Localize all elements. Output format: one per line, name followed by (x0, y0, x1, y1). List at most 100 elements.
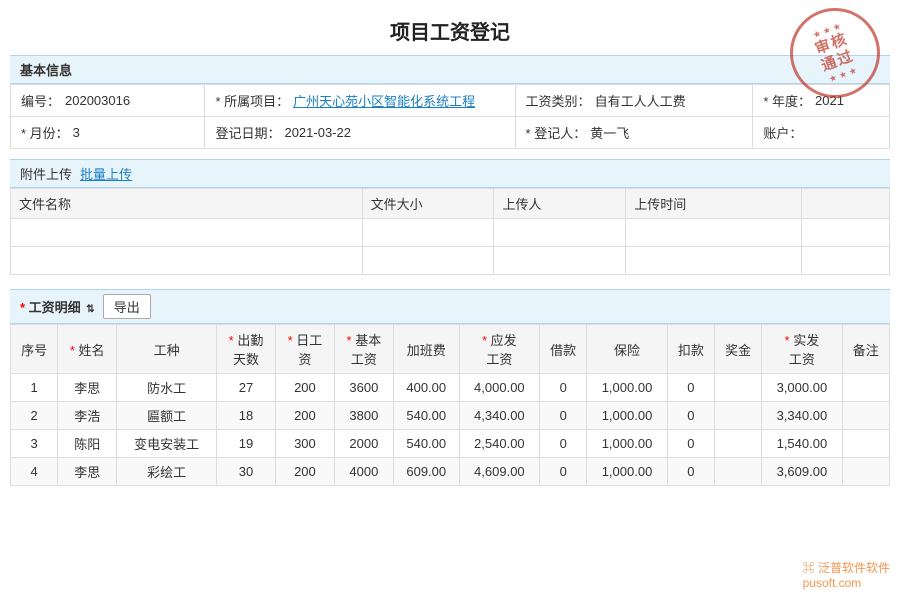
basic-info-header: 基本信息 (10, 55, 890, 84)
salary-cell: 300 (275, 430, 334, 458)
salary-cell (714, 430, 761, 458)
salary-cell: 0 (667, 402, 714, 430)
basic-info-section: 编号： 202003016 * 所属项目： 广州天心苑小区智能化系统工程 工资类… (10, 84, 890, 149)
page-title: 项目工资登记 (10, 0, 890, 55)
project-label: * 所属项目： (215, 91, 289, 110)
salary-cell: 200 (275, 402, 334, 430)
attachment-empty-row2 (11, 247, 890, 275)
salary-cell: 200 (275, 374, 334, 402)
salary-cell: 2000 (334, 430, 393, 458)
batch-upload-button[interactable]: 批量上传 (80, 164, 132, 183)
month-label: * 月份： (21, 123, 69, 142)
reg-person-cell: * 登记人： 黄一飞 (516, 117, 754, 148)
code-cell: 编号： 202003016 (11, 85, 205, 116)
col-filename: 文件名称 (11, 189, 363, 219)
salary-cell: 3,000.00 (762, 374, 842, 402)
salary-cell: 1,540.00 (762, 430, 842, 458)
salary-cell: 1,000.00 (587, 430, 667, 458)
salary-cell: 李浩 (58, 402, 117, 430)
salary-cell: 0 (540, 458, 587, 486)
salary-cell: 2 (11, 402, 58, 430)
salary-cell: 0 (540, 430, 587, 458)
salary-cell: 0 (667, 374, 714, 402)
col-payable: * 应发工资 (459, 325, 539, 374)
col-attendance: * 出勤天数 (217, 325, 276, 374)
col-ops (802, 189, 890, 219)
reg-person-label: * 登记人： (526, 123, 587, 142)
attachment-empty-row (11, 219, 890, 247)
salary-header: * 工资明细 ⇅ 导出 (10, 289, 890, 324)
salary-cell (842, 458, 889, 486)
col-upload-time: 上传时间 (626, 189, 802, 219)
account-cell: 账户： (753, 117, 889, 148)
salary-cell: 0 (667, 430, 714, 458)
salary-cell: 3600 (334, 374, 393, 402)
salary-cell: 2,540.00 (459, 430, 539, 458)
salary-cell: 400.00 (393, 374, 459, 402)
salary-type-cell: 工资类别： 自有工人人工费 (516, 85, 754, 116)
watermark-icon: ⌘ (803, 561, 815, 575)
salary-cell: 变电安装工 (117, 430, 217, 458)
approval-stamp: ★ ★ ★ 审核通过 ★ ★ ★ (790, 8, 880, 98)
col-actual: * 实发工资 (762, 325, 842, 374)
salary-cell: 防水工 (117, 374, 217, 402)
salary-cell: 540.00 (393, 430, 459, 458)
salary-table: 序号 * 姓名 工种 * 出勤天数 * 日工资 * 基本工资 加班费 * 应发工… (10, 324, 890, 486)
salary-cell: 4000 (334, 458, 393, 486)
salary-type-value: 自有工人人工费 (595, 91, 686, 110)
salary-cell: 0 (540, 374, 587, 402)
salary-cell: 4,609.00 (459, 458, 539, 486)
col-seq: 序号 (11, 325, 58, 374)
salary-cell: 1,000.00 (587, 402, 667, 430)
col-remark: 备注 (842, 325, 889, 374)
salary-cell: 540.00 (393, 402, 459, 430)
salary-cell (842, 402, 889, 430)
reg-date-value: 2021-03-22 (284, 125, 351, 140)
salary-row: 4李思彩绘工302004000609.004,609.0001,000.0003… (11, 458, 890, 486)
salary-detail-label: * 工资明细 ⇅ (20, 297, 95, 316)
col-filesize: 文件大小 (362, 189, 494, 219)
salary-cell (714, 402, 761, 430)
col-base-wage: * 基本工资 (334, 325, 393, 374)
col-daily-wage: * 日工资 (275, 325, 334, 374)
salary-row: 2李浩匾额工182003800540.004,340.0001,000.0003… (11, 402, 890, 430)
watermark-url: pusoft.com (803, 576, 862, 590)
salary-cell: 3,340.00 (762, 402, 842, 430)
info-row-1: 编号： 202003016 * 所属项目： 广州天心苑小区智能化系统工程 工资类… (11, 85, 889, 117)
project-value[interactable]: 广州天心苑小区智能化系统工程 (293, 91, 475, 110)
salary-row: 1李思防水工272003600400.004,000.0001,000.0003… (11, 374, 890, 402)
attachment-header: 附件上传 批量上传 (10, 159, 890, 188)
salary-cell: 609.00 (393, 458, 459, 486)
salary-cell: 27 (217, 374, 276, 402)
export-button[interactable]: 导出 (103, 294, 151, 319)
col-bonus: 奖金 (714, 325, 761, 374)
salary-cell (842, 430, 889, 458)
salary-cell: 1,000.00 (587, 374, 667, 402)
salary-cell (842, 374, 889, 402)
code-value: 202003016 (65, 93, 130, 108)
account-label: 账户： (763, 123, 803, 142)
salary-cell: 4,000.00 (459, 374, 539, 402)
attachment-section: 附件上传 批量上传 文件名称 文件大小 上传人 上传时间 (10, 159, 890, 275)
sort-icon[interactable]: ⇅ (86, 304, 94, 315)
reg-person-value: 黄一飞 (590, 123, 629, 142)
salary-cell: 陈阳 (58, 430, 117, 458)
reg-date-cell: 登记日期： 2021-03-22 (205, 117, 515, 148)
attachment-label: 附件上传 (20, 164, 72, 183)
col-overtime: 加班费 (393, 325, 459, 374)
attachment-table: 文件名称 文件大小 上传人 上传时间 (10, 188, 890, 275)
watermark-text: 泛普软件 (818, 561, 866, 575)
salary-cell: 3 (11, 430, 58, 458)
col-type: 工种 (117, 325, 217, 374)
col-uploader: 上传人 (494, 189, 626, 219)
code-label: 编号： (21, 91, 61, 110)
watermark: ⌘ 泛普软件软件 pusoft.com (803, 559, 890, 590)
col-loan: 借款 (540, 325, 587, 374)
salary-cell: 3800 (334, 402, 393, 430)
salary-row: 3陈阳变电安装工193002000540.002,540.0001,000.00… (11, 430, 890, 458)
salary-cell: 3,609.00 (762, 458, 842, 486)
salary-cell: 19 (217, 430, 276, 458)
salary-section: * 工资明细 ⇅ 导出 序号 * 姓名 工种 * 出勤天数 * 日工资 * 基本… (10, 289, 890, 486)
col-deduction: 扣款 (667, 325, 714, 374)
salary-cell: 李思 (58, 374, 117, 402)
